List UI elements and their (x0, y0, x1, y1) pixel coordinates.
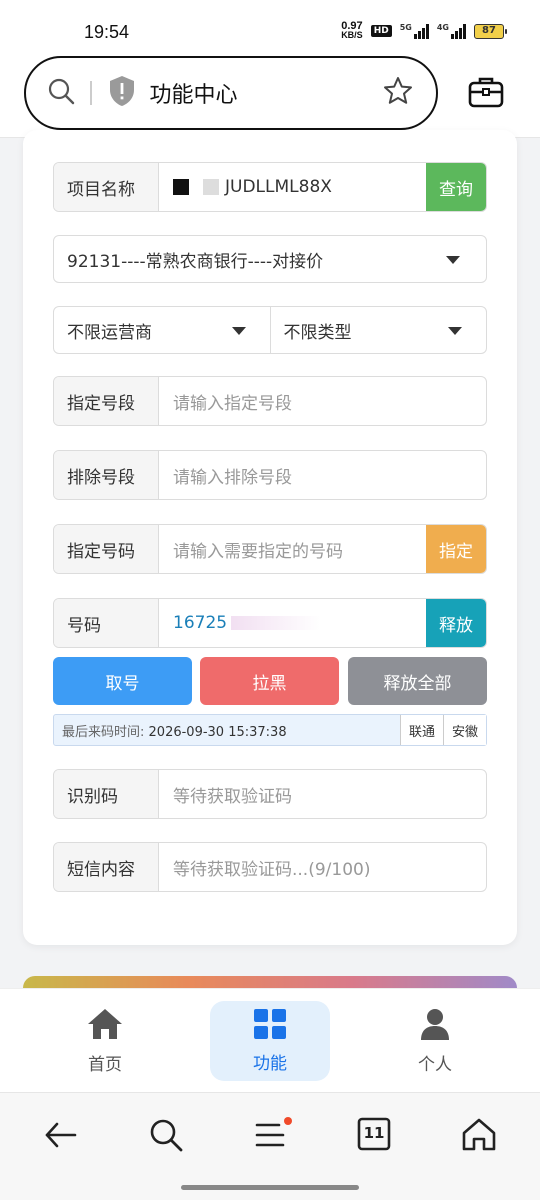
type-value: 不限类型 (283, 322, 352, 343)
nav-features-label: 功能 (253, 1054, 287, 1074)
sms-row: 短信内容 等待获取验证码...(9/100) (53, 842, 487, 892)
number-value: 16725 (173, 613, 228, 633)
search-icon[interactable] (46, 76, 76, 110)
toolbox-icon[interactable] (466, 72, 506, 116)
redaction (203, 179, 219, 195)
carrier-tag: 联通 (399, 715, 443, 745)
nav-home-label: 首页 (88, 1055, 122, 1075)
project-label: 项目名称 (54, 163, 159, 211)
block-button[interactable]: 拉黑 (200, 657, 339, 705)
query-button[interactable]: 查询 (426, 163, 486, 211)
nav-home[interactable]: 首页 (45, 1001, 165, 1081)
grid-icon (253, 1008, 287, 1045)
tabs-count: 11 (363, 1124, 385, 1142)
home-indicator[interactable] (181, 1185, 359, 1190)
specify-label: 指定号码 (54, 525, 159, 573)
redaction (231, 616, 322, 630)
bottom-nav: 首页 功能 个人 (0, 988, 540, 1092)
specify-row: 指定号码 请输入需要指定的号码 指定 (53, 524, 487, 574)
code-row: 识别码 等待获取验证码 (53, 769, 487, 819)
nav-profile[interactable]: 个人 (375, 1001, 495, 1081)
sms-field[interactable]: 等待获取验证码...(9/100) (159, 843, 486, 891)
signal-4g-icon: 4G (437, 23, 466, 39)
status-indicators: 0.97 KB/S HD 5G 4G 87 (341, 20, 507, 40)
star-icon[interactable] (382, 75, 414, 111)
hd-icon: HD (370, 25, 392, 37)
number-input[interactable]: 16725 (159, 599, 426, 647)
segment-row: 指定号段 请输入指定号段 (53, 376, 487, 426)
redaction (173, 179, 189, 195)
segment-input[interactable]: 请输入指定号段 (159, 377, 486, 425)
get-number-button[interactable]: 取号 (53, 657, 192, 705)
specify-button[interactable]: 指定 (426, 525, 486, 573)
chevron-down-icon (231, 327, 246, 335)
number-row: 号码 16725 释放 (53, 598, 487, 648)
last-code-text: 最后来码时间: 2026-09-30 15:37:38 (62, 724, 287, 740)
search-icon[interactable] (148, 1117, 184, 1157)
browser-bar: 功能中心 (0, 50, 540, 138)
status-bar: 19:54 0.97 KB/S HD 5G 4G 87 (0, 0, 540, 50)
specify-input[interactable]: 请输入需要指定的号码 (159, 525, 426, 573)
browser-toolbar: 11 (0, 1092, 540, 1200)
tabs-icon[interactable]: 11 (357, 1117, 391, 1155)
type-select[interactable]: 不限类型 (271, 307, 487, 353)
person-icon (418, 1007, 452, 1046)
chevron-down-icon (448, 327, 462, 335)
menu-icon[interactable] (253, 1117, 293, 1157)
release-all-button[interactable]: 释放全部 (348, 657, 487, 705)
divider (90, 81, 92, 105)
segment-label: 指定号段 (54, 377, 159, 425)
number-label: 号码 (54, 599, 159, 647)
page-title: 功能中心 (149, 83, 238, 108)
last-code-info: 最后来码时间: 2026-09-30 15:37:38 联通 安徽 (53, 714, 487, 746)
code-label: 识别码 (54, 770, 159, 818)
channel-select[interactable]: 92131----常熟农商银行----对接价 (53, 235, 487, 283)
exclude-label: 排除号段 (54, 451, 159, 499)
project-row: 项目名称 JUDLLML88X 查询 (53, 162, 487, 212)
release-button[interactable]: 释放 (426, 599, 486, 647)
sms-label: 短信内容 (54, 843, 159, 891)
region-tag: 安徽 (442, 715, 486, 745)
address-bar[interactable]: 功能中心 (24, 56, 438, 130)
nav-profile-label: 个人 (418, 1055, 452, 1075)
exclude-row: 排除号段 请输入排除号段 (53, 450, 487, 500)
shield-icon (108, 75, 136, 111)
carrier-select[interactable]: 不限运营商 (54, 307, 271, 353)
back-icon[interactable] (43, 1117, 79, 1157)
nav-features[interactable]: 功能 (210, 1001, 330, 1081)
status-time: 19:54 (84, 22, 130, 42)
form-card: 项目名称 JUDLLML88X 查询 92131----常熟农商银行----对接… (23, 130, 517, 945)
carrier-value: 不限运营商 (67, 322, 152, 343)
home-icon (86, 1007, 124, 1046)
project-value: JUDLLML88X (225, 177, 332, 197)
project-input[interactable]: JUDLLML88X (159, 163, 426, 211)
exclude-input[interactable]: 请输入排除号段 (159, 451, 486, 499)
channel-value: 92131----常熟农商银行----对接价 (67, 251, 324, 272)
chevron-down-icon (446, 256, 460, 264)
net-speed: 0.97 KB/S (341, 20, 363, 40)
code-field[interactable]: 等待获取验证码 (159, 770, 486, 818)
signal-5g-icon: 5G (400, 23, 429, 39)
filter-selects: 不限运营商 不限类型 (53, 306, 487, 354)
battery-icon: 87 (474, 23, 507, 39)
home-icon[interactable] (460, 1117, 498, 1157)
